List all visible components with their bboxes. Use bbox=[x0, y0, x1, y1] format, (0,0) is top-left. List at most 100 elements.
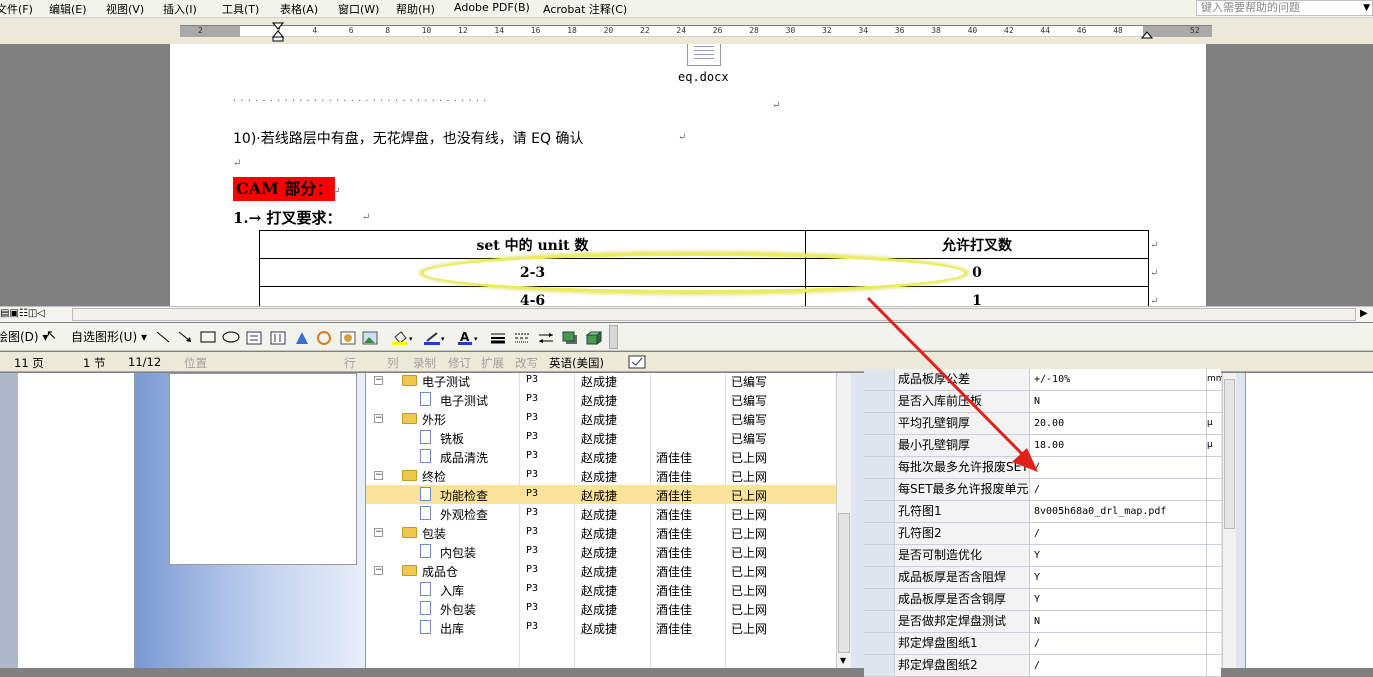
property-value[interactable]: 20.00 bbox=[1034, 413, 1206, 434]
3d-style-icon[interactable] bbox=[586, 331, 602, 345]
property-row[interactable]: 邦定焊盘图纸1/ bbox=[864, 633, 1221, 655]
chevron-down-icon[interactable]: ▼ bbox=[1363, 1, 1370, 15]
indent-marker-icon[interactable] bbox=[272, 22, 284, 42]
diagram-icon[interactable] bbox=[316, 331, 332, 345]
menu-view[interactable]: 视图(V) bbox=[106, 1, 144, 17]
property-value[interactable]: / bbox=[1034, 523, 1206, 544]
scrollbar-thumb[interactable] bbox=[1224, 379, 1235, 529]
right-indent-marker-icon[interactable] bbox=[1141, 27, 1153, 39]
textbox-tool-icon[interactable] bbox=[246, 331, 262, 345]
scroll-down-icon[interactable]: ▼ bbox=[840, 656, 846, 665]
arrow-style-icon[interactable] bbox=[538, 331, 554, 345]
help-search-input[interactable]: 键入需要帮助的问题 ▼ bbox=[1196, 0, 1373, 16]
horizontal-scrollbar[interactable]: ▤▣☷◫◁ ▶ bbox=[0, 306, 1373, 322]
oval-tool-icon[interactable] bbox=[222, 331, 240, 343]
fill-color-icon[interactable]: ▾ bbox=[392, 331, 414, 345]
menu-adobe-pdf[interactable]: Adobe PDF(B) bbox=[454, 1, 530, 14]
line-style-icon[interactable] bbox=[490, 331, 506, 345]
tree-vertical-scrollbar[interactable]: ▼ bbox=[836, 373, 851, 668]
dash-style-icon[interactable] bbox=[514, 331, 530, 345]
status-language[interactable]: 英语(美国) bbox=[549, 355, 604, 371]
scroll-right-icon[interactable]: ▶ bbox=[1360, 308, 1368, 319]
property-row[interactable]: 成品板厚是否含阻焊 Y bbox=[864, 567, 1221, 589]
vertical-textbox-icon[interactable] bbox=[270, 331, 286, 345]
menu-insert[interactable]: 插入(I) bbox=[163, 1, 197, 17]
property-value[interactable]: / bbox=[1034, 655, 1206, 676]
insert-picture-icon[interactable] bbox=[362, 331, 378, 345]
view-mode-icons[interactable]: ▤▣☷◫◁ bbox=[0, 308, 45, 319]
property-row[interactable]: 每批次最多允许报废SET / bbox=[864, 457, 1221, 479]
toolbar-options-icon[interactable] bbox=[609, 325, 618, 349]
menu-window[interactable]: 窗口(W) bbox=[338, 1, 379, 17]
property-value[interactable]: N bbox=[1034, 391, 1206, 412]
collapse-icon[interactable]: − bbox=[374, 414, 383, 423]
attachment-filename[interactable]: eq.docx bbox=[678, 70, 729, 84]
property-value[interactable]: Y bbox=[1034, 545, 1206, 566]
tree-row[interactable]: 功能检查 P3 赵成捷 酒佳佳 已上网 bbox=[366, 485, 836, 504]
arrow-tool-icon[interactable] bbox=[178, 331, 192, 343]
clipart-icon[interactable] bbox=[340, 331, 356, 345]
property-row[interactable]: 是否入库前压板 N bbox=[864, 391, 1221, 413]
collapse-icon[interactable]: − bbox=[374, 376, 383, 385]
scrollbar-thumb[interactable] bbox=[72, 308, 1356, 321]
menu-tools[interactable]: 工具(T) bbox=[222, 1, 259, 17]
tree-row[interactable]: 内包装 P3 赵成捷 酒佳佳 已上网 bbox=[366, 542, 836, 561]
property-value[interactable]: +/-10% bbox=[1034, 369, 1206, 390]
tree-row[interactable]: 电子测试 P3 赵成捷 已编写 bbox=[366, 390, 836, 409]
tree-row[interactable]: − 包装 P3 赵成捷 酒佳佳 已上网 bbox=[366, 523, 836, 542]
collapse-icon[interactable]: − bbox=[374, 528, 383, 537]
menu-file[interactable]: 文件(F) bbox=[0, 1, 33, 17]
collapse-icon[interactable]: − bbox=[374, 471, 383, 480]
tree-row[interactable]: 外观检查 P3 赵成捷 酒佳佳 已上网 bbox=[366, 504, 836, 523]
property-value[interactable]: Y bbox=[1034, 589, 1206, 610]
menu-acrobat-comments[interactable]: Acrobat 注释(C) bbox=[543, 1, 627, 17]
property-value[interactable]: / bbox=[1034, 633, 1206, 654]
status-extend[interactable]: 扩展 bbox=[481, 355, 504, 371]
tree-row[interactable]: − 电子测试 P3 赵成捷 已编写 bbox=[366, 371, 836, 390]
rectangle-tool-icon[interactable] bbox=[200, 331, 216, 343]
wordart-icon[interactable] bbox=[294, 331, 310, 345]
property-value[interactable]: Y bbox=[1034, 567, 1206, 588]
property-value[interactable]: / bbox=[1034, 457, 1206, 478]
tree-row[interactable]: 铣板 P3 赵成捷 已编写 bbox=[366, 428, 836, 447]
property-value[interactable]: / bbox=[1034, 479, 1206, 500]
menu-table[interactable]: 表格(A) bbox=[280, 1, 318, 17]
property-value[interactable]: N bbox=[1034, 611, 1206, 632]
tree-row[interactable]: 入库 P3 赵成捷 酒佳佳 已上网 bbox=[366, 580, 836, 599]
draw-menu-button[interactable]: 绘图(D) ▾ bbox=[0, 328, 48, 345]
status-track-changes[interactable]: 修订 bbox=[448, 355, 471, 371]
tree-row[interactable]: − 成品仓 P3 赵成捷 酒佳佳 已上网 bbox=[366, 561, 836, 580]
scrollbar-thumb[interactable] bbox=[838, 513, 850, 653]
spelling-status-icon[interactable] bbox=[628, 355, 646, 369]
property-row[interactable]: 是否做邦定焊盘测试 N bbox=[864, 611, 1221, 633]
property-row[interactable]: 是否可制造优化 Y bbox=[864, 545, 1221, 567]
thumbnail-page[interactable] bbox=[169, 373, 357, 565]
property-value[interactable]: 18.00 bbox=[1034, 435, 1206, 456]
property-row[interactable]: 孔符图2/ bbox=[864, 523, 1221, 545]
line-tool-icon[interactable] bbox=[156, 331, 170, 343]
menu-help[interactable]: 帮助(H) bbox=[396, 1, 435, 17]
collapse-icon[interactable]: − bbox=[374, 566, 383, 575]
property-row[interactable]: 每SET最多允许报废单元 / bbox=[864, 479, 1221, 501]
tree-row[interactable]: 成品清洗 P3 赵成捷 酒佳佳 已上网 bbox=[366, 447, 836, 466]
horizontal-ruler[interactable]: 2 2 4 6 8 10 12 14 16 18 20 22 24 26 28 30 32 34 36 38 40 42 4… bbox=[180, 25, 1212, 37]
status-record[interactable]: 录制 bbox=[413, 355, 436, 371]
line-color-icon[interactable]: ▾ bbox=[424, 331, 446, 345]
property-row[interactable]: 孔符图1 8v005h68a0_drl_map.pdf bbox=[864, 501, 1221, 523]
property-row[interactable]: 成品板厚公差 +/-10% mm bbox=[864, 369, 1225, 391]
property-row[interactable]: 成品板厚是否含铜厚 Y bbox=[864, 589, 1221, 611]
autoshapes-button[interactable]: 自选图形(U) ▾ bbox=[71, 328, 147, 345]
property-row[interactable]: 邦定焊盘图纸2/ bbox=[864, 655, 1221, 677]
tree-row[interactable]: 外包装 P3 赵成捷 酒佳佳 已上网 bbox=[366, 599, 836, 618]
property-row[interactable]: 最小孔壁铜厚 18.00 μ bbox=[864, 435, 1221, 457]
docx-file-icon[interactable] bbox=[687, 44, 721, 66]
status-overtype[interactable]: 改写 bbox=[515, 355, 538, 371]
property-row[interactable]: 平均孔壁铜厚 20.00 μ bbox=[864, 413, 1221, 435]
shadow-style-icon[interactable] bbox=[562, 331, 578, 345]
property-value[interactable]: 8v005h68a0_drl_map.pdf bbox=[1034, 501, 1206, 522]
properties-vertical-scrollbar[interactable] bbox=[1222, 373, 1236, 668]
select-objects-icon[interactable]: ↖ bbox=[46, 328, 57, 343]
tree-row[interactable]: 出库 P3 赵成捷 酒佳佳 已上网 bbox=[366, 618, 836, 637]
tree-row[interactable]: − 外形 P3 赵成捷 已编写 bbox=[366, 409, 836, 428]
tree-row[interactable]: − 终检 P3 赵成捷 酒佳佳 已上网 bbox=[366, 466, 836, 485]
